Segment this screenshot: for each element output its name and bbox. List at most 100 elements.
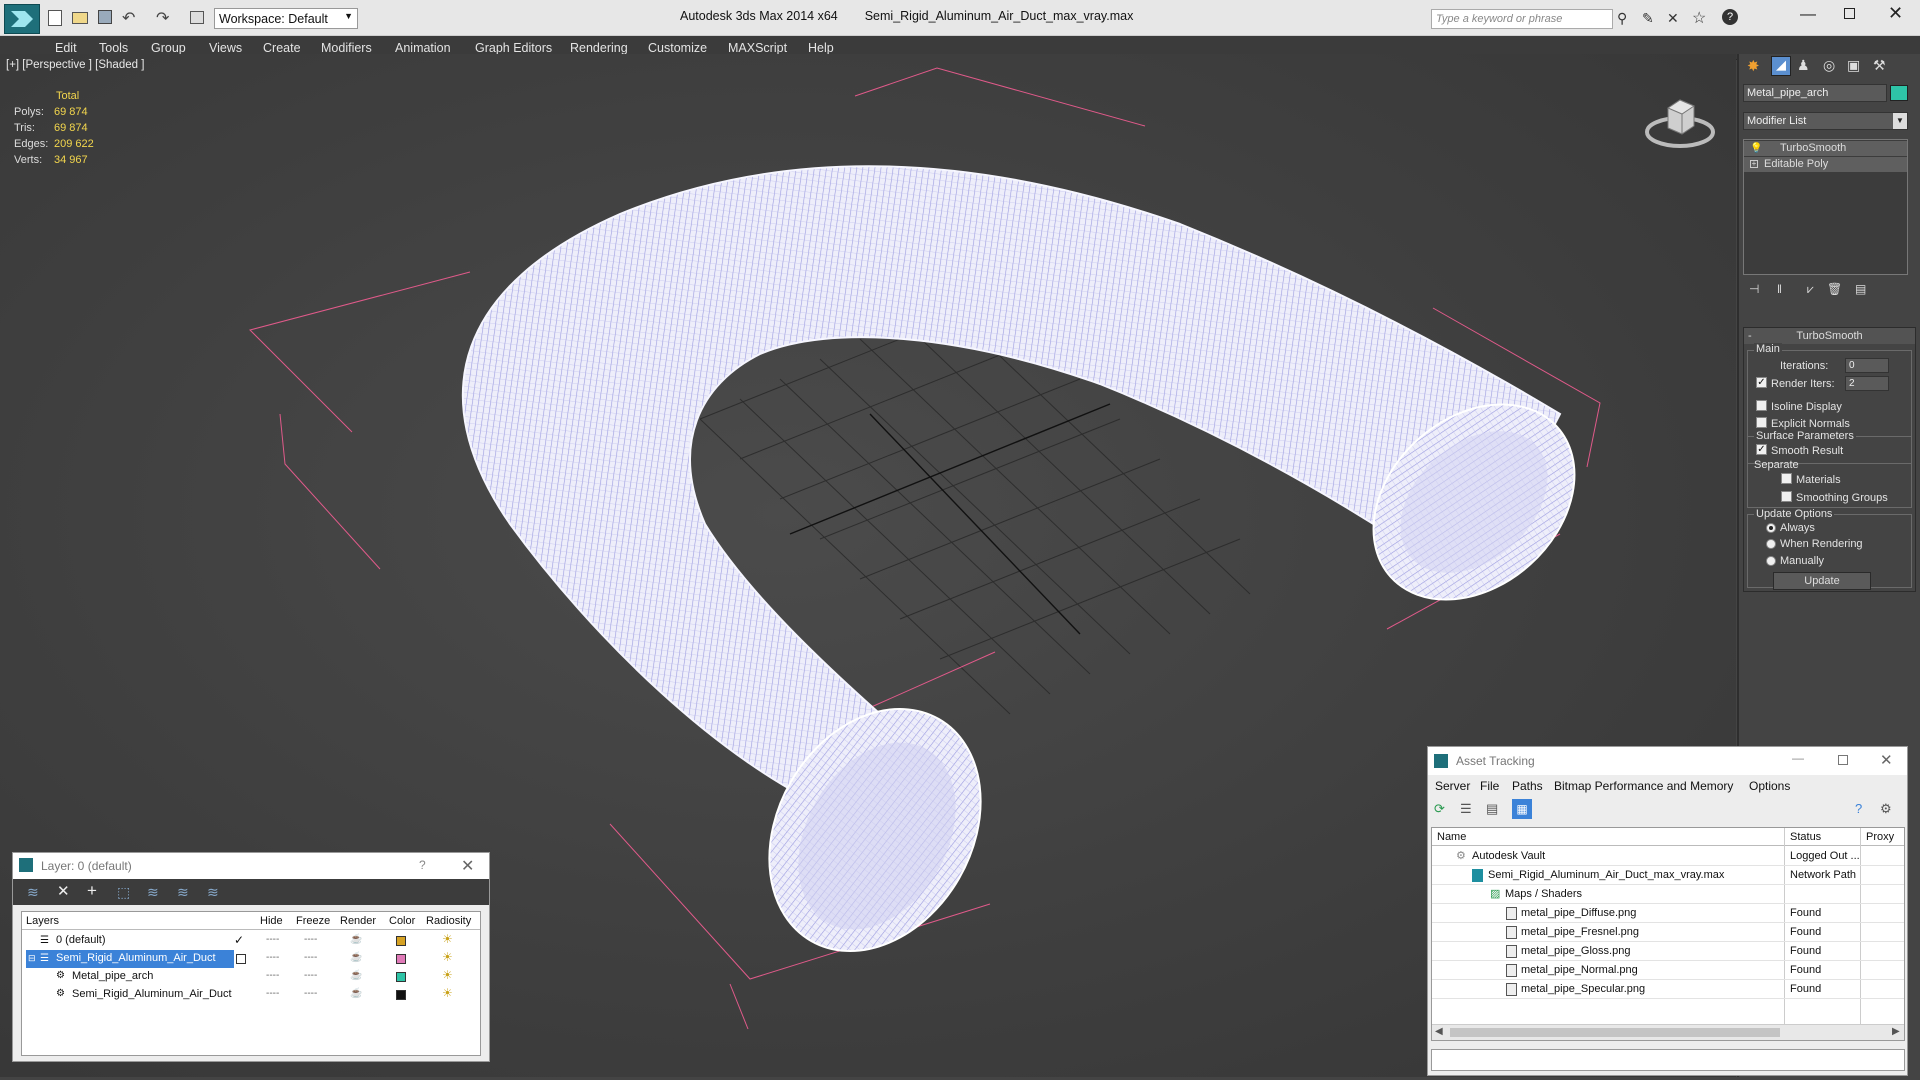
create-tab-icon[interactable]: ✸ xyxy=(1747,57,1760,75)
menu-server[interactable]: Server xyxy=(1435,779,1470,793)
render-teapot-icon[interactable]: ☕ xyxy=(350,988,362,999)
menu-customize[interactable]: Customize xyxy=(648,41,707,55)
hierarchy-tab-icon[interactable]: ♟ xyxy=(1797,57,1810,74)
layer-color-swatch[interactable] xyxy=(396,936,406,946)
viewcube-icon[interactable] xyxy=(1644,84,1716,154)
stack-item-editable-poly[interactable]: + Editable Poly xyxy=(1744,157,1907,172)
render-teapot-icon[interactable]: ☕ xyxy=(350,934,362,945)
hide-all-icon[interactable]: ≋ xyxy=(177,884,189,901)
layer-color-swatch[interactable] xyxy=(396,954,406,964)
refresh-icon[interactable]: ⟳ xyxy=(1434,801,1445,817)
hide-toggle[interactable]: ---- xyxy=(266,988,279,999)
materials-checkbox[interactable] xyxy=(1781,473,1792,484)
minimize-icon[interactable]: — xyxy=(1800,6,1816,24)
select-layer-icon[interactable]: ⬚ xyxy=(117,884,130,901)
render-iters-checkbox[interactable]: ✓ xyxy=(1756,377,1767,388)
iterations-spinner[interactable]: 0 xyxy=(1845,358,1889,373)
workspace-dropdown[interactable]: Workspace: Default ▼ xyxy=(214,8,358,29)
modify-tab-icon[interactable]: ◢ xyxy=(1771,56,1791,76)
asset-row[interactable]: ⚙ Autodesk Vault Logged Out ... xyxy=(1432,847,1904,866)
scroll-right-icon[interactable]: ▶ xyxy=(1892,1026,1900,1037)
manually-radio[interactable] xyxy=(1766,556,1776,566)
freeze-toggle[interactable]: ---- xyxy=(304,970,317,981)
render-teapot-icon[interactable]: ☕ xyxy=(350,952,362,963)
column-header-status[interactable]: Status xyxy=(1790,831,1821,843)
thumbnail-view-icon[interactable]: ▤ xyxy=(1486,801,1498,817)
asset-row[interactable]: metal_pipe_Gloss.png Found xyxy=(1432,942,1904,961)
smoothing-groups-checkbox[interactable] xyxy=(1781,491,1792,502)
render-iters-spinner[interactable]: 2 xyxy=(1845,376,1889,391)
update-button[interactable]: Update xyxy=(1773,572,1871,590)
isoline-display-checkbox[interactable] xyxy=(1756,400,1767,411)
menu-create[interactable]: Create xyxy=(263,41,301,55)
make-unique-icon[interactable]: ⩗ xyxy=(1807,282,1814,297)
new-file-icon[interactable] xyxy=(48,10,62,26)
create-layer-icon[interactable]: ≋ xyxy=(27,884,39,901)
freeze-toggle[interactable]: ---- xyxy=(304,934,317,945)
collapse-icon[interactable]: ⊟ xyxy=(28,953,36,964)
pin-stack-icon[interactable]: ⊣ xyxy=(1749,282,1759,296)
close-icon[interactable]: ✕ xyxy=(1888,3,1903,24)
asset-row[interactable]: Semi_Rigid_Aluminum_Air_Duct_max_vray.ma… xyxy=(1432,866,1904,885)
layer-row-selected[interactable]: ⊟ ☰ Semi_Rigid_Aluminum_Air_Duct ---- --… xyxy=(22,950,480,968)
freeze-toggle[interactable]: ---- xyxy=(304,952,317,963)
asset-row[interactable]: metal_pipe_Diffuse.png Found xyxy=(1432,904,1904,923)
add-to-layer-icon[interactable]: + xyxy=(87,881,97,901)
redo-icon[interactable]: ↷ xyxy=(156,8,169,28)
asset-row[interactable]: metal_pipe_Normal.png Found xyxy=(1432,961,1904,980)
menu-group[interactable]: Group xyxy=(151,41,186,55)
column-header-color[interactable]: Color xyxy=(389,915,415,927)
layer-color-swatch[interactable] xyxy=(396,972,406,982)
radiosity-icon[interactable]: ☀ xyxy=(442,968,453,982)
menu-maxscript[interactable]: MAXScript xyxy=(728,41,787,55)
radiosity-icon[interactable]: ☀ xyxy=(442,986,453,1000)
hide-toggle[interactable]: ---- xyxy=(266,970,279,981)
help-icon[interactable]: ? xyxy=(419,858,426,872)
menu-paths[interactable]: Paths xyxy=(1512,779,1543,793)
radiosity-icon[interactable]: ☀ xyxy=(442,950,453,964)
favorites-icon[interactable]: ☆ xyxy=(1692,8,1706,28)
menu-help[interactable]: Help xyxy=(808,41,834,55)
help-icon[interactable]: ? xyxy=(1722,9,1738,25)
search-input[interactable]: Type a keyword or phrase xyxy=(1431,9,1613,29)
asset-row[interactable]: metal_pipe_Specular.png Found xyxy=(1432,980,1904,999)
communication-icon[interactable]: ✎ xyxy=(1642,10,1654,27)
column-header-radiosity[interactable]: Radiosity xyxy=(426,915,471,927)
menu-edit[interactable]: Edit xyxy=(55,41,77,55)
layer-row[interactable]: ⚙ Metal_pipe_arch ---- ---- ☕ ☀ xyxy=(22,968,480,986)
column-header-hide[interactable]: Hide xyxy=(260,915,283,927)
asset-row[interactable]: metal_pipe_Fresnel.png Found xyxy=(1432,923,1904,942)
close-icon[interactable]: ✕ xyxy=(1880,751,1893,769)
column-header-render[interactable]: Render xyxy=(340,915,376,927)
smooth-result-checkbox[interactable]: ✓ xyxy=(1756,444,1767,455)
app-logo-icon[interactable] xyxy=(4,4,40,34)
help-icon[interactable]: ? xyxy=(1855,801,1862,816)
menu-options[interactable]: Options xyxy=(1749,779,1790,793)
menu-rendering[interactable]: Rendering xyxy=(570,41,628,55)
binoculars-icon[interactable]: ⚲ xyxy=(1617,10,1627,27)
scroll-left-icon[interactable]: ◀ xyxy=(1435,1026,1443,1037)
current-layer-box[interactable] xyxy=(236,954,246,964)
always-radio[interactable] xyxy=(1766,523,1776,533)
menu-bitmap-performance[interactable]: Bitmap Performance and Memory xyxy=(1554,779,1733,793)
utilities-tab-icon[interactable]: ⚒ xyxy=(1873,57,1886,74)
highlight-layer-icon[interactable]: ≋ xyxy=(147,884,159,901)
undo-icon[interactable]: ↶ xyxy=(122,8,135,28)
modifier-list-dropdown[interactable]: Modifier List ▼ xyxy=(1743,112,1908,130)
checkmark-icon[interactable]: ✓ xyxy=(234,933,244,947)
layer-row[interactable]: ☰ 0 (default) ✓ ---- ---- ☕ ☀ xyxy=(22,932,480,950)
column-header-layers[interactable]: Layers xyxy=(26,915,59,927)
expand-icon[interactable]: + xyxy=(1750,160,1758,168)
close-icon[interactable]: ✕ xyxy=(461,856,474,876)
menu-modifiers[interactable]: Modifiers xyxy=(321,41,372,55)
stack-item-turbosmooth[interactable]: 💡 TurboSmooth xyxy=(1744,141,1907,156)
freeze-all-icon[interactable]: ≋ xyxy=(207,884,219,901)
save-file-icon[interactable] xyxy=(98,10,112,24)
maximize-icon[interactable] xyxy=(1838,755,1848,765)
lightbulb-icon[interactable]: 💡 xyxy=(1750,141,1762,156)
subscription-icon[interactable]: ✕ xyxy=(1667,10,1679,27)
menu-animation[interactable]: Animation xyxy=(395,41,451,55)
column-header-name[interactable]: Name xyxy=(1437,831,1466,843)
hide-toggle[interactable]: ---- xyxy=(266,952,279,963)
hide-toggle[interactable]: ---- xyxy=(266,934,279,945)
